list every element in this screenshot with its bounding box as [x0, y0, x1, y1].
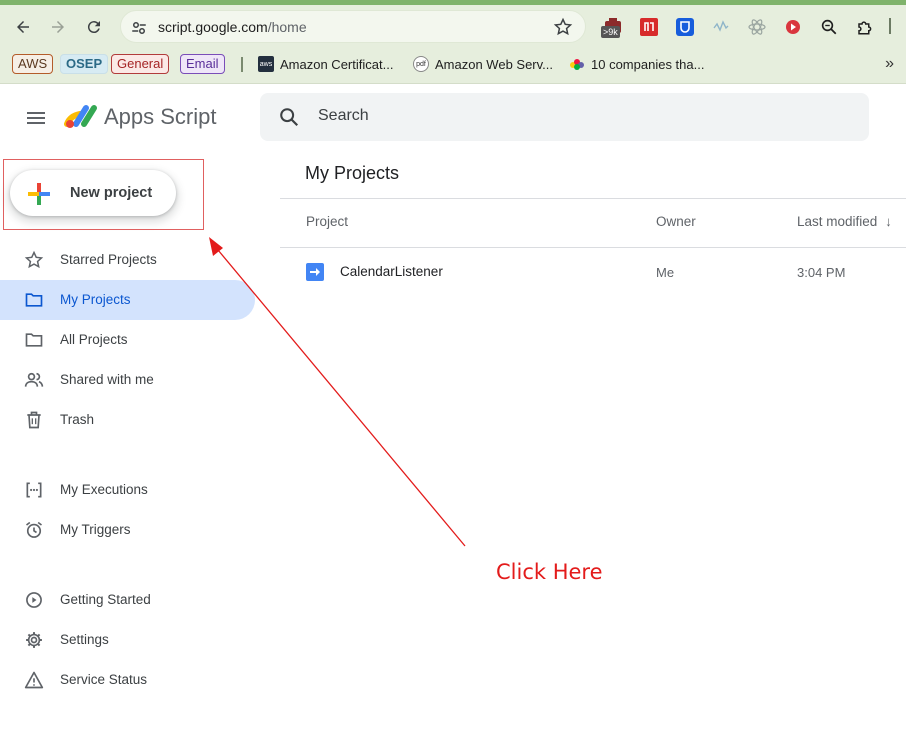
sidebar-item-my-projects[interactable]: My Projects — [0, 280, 255, 320]
column-header-project[interactable]: Project — [306, 214, 348, 229]
sidebar-item-label: Trash — [60, 412, 95, 427]
trash-icon — [27, 411, 41, 429]
sidebar-item-getting-started[interactable]: Getting Started — [0, 580, 255, 620]
plus-icon — [28, 183, 50, 205]
tab-strip-edge — [0, 0, 906, 5]
url-host: script.google.com — [158, 19, 268, 35]
executions-icon — [26, 482, 42, 498]
pdf-favicon-icon: pdf — [413, 56, 429, 72]
bookmark-amazon-cert[interactable]: aws Amazon Certificat... — [258, 54, 393, 74]
sidebar-item-label: My Executions — [60, 482, 148, 497]
sidebar-item-starred-projects[interactable]: Starred Projects — [0, 240, 255, 280]
play-circle-icon — [26, 592, 42, 608]
search-placeholder: Search — [318, 107, 369, 124]
column-header-owner[interactable]: Owner — [656, 214, 696, 229]
address-bar[interactable]: script.google.com/home — [120, 10, 586, 43]
project-last-modified: 3:04 PM — [797, 265, 846, 280]
sidebar-item-label: All Projects — [60, 332, 128, 347]
sidebar-item-my-triggers[interactable]: My Triggers — [0, 510, 255, 550]
extension-badge: >9k — [601, 26, 620, 38]
sidebar-item-shared-with-me[interactable]: Shared with me — [0, 360, 255, 400]
sort-arrow-icon[interactable]: ↓ — [885, 214, 892, 229]
column-label: Last modified — [797, 214, 878, 229]
react-devtools-icon[interactable] — [746, 16, 768, 38]
gear-icon — [26, 632, 42, 648]
extension-record-icon[interactable] — [782, 16, 804, 38]
bitwarden-icon[interactable] — [674, 16, 696, 38]
sidebar-item-label: My Projects — [60, 292, 131, 307]
toolbar-divider — [889, 18, 891, 34]
sidebar-item-all-projects[interactable]: All Projects — [0, 320, 255, 360]
sidebar-item-settings[interactable]: Settings — [0, 620, 255, 660]
annotation-label: Click Here — [496, 560, 603, 584]
extension-wave-icon[interactable] — [710, 16, 732, 38]
column-header-last-modified[interactable]: Last modified ↓ — [797, 214, 892, 229]
bookmark-label: Amazon Web Serv... — [435, 56, 554, 72]
star-icon — [24, 250, 44, 269]
folder-icon — [25, 293, 43, 307]
bookmarks-overflow-button[interactable]: » — [885, 55, 894, 73]
forward-button[interactable] — [45, 14, 71, 40]
bookmark-star-icon[interactable] — [553, 17, 573, 37]
project-name[interactable]: CalendarListener — [340, 264, 443, 279]
divider — [280, 198, 906, 199]
extension-red-icon[interactable] — [638, 16, 660, 38]
table-row[interactable]: CalendarListener Me 3:04 PM — [280, 248, 906, 296]
bookmark-folder-email[interactable]: Email — [180, 54, 225, 74]
bookmarks-divider — [241, 57, 243, 72]
sidebar-item-label: My Triggers — [60, 522, 131, 537]
main-menu-icon[interactable] — [24, 106, 48, 130]
sidebar-item-label: Settings — [60, 632, 109, 647]
new-project-button[interactable]: New project — [10, 170, 176, 216]
sidebar-item-trash[interactable]: Trash — [0, 400, 255, 440]
bookmark-amazon-web-services[interactable]: pdf Amazon Web Serv... — [413, 54, 553, 74]
bookmark-folder-aws[interactable]: AWS — [12, 54, 54, 74]
extensions-puzzle-icon[interactable] — [854, 16, 876, 38]
folder-icon — [25, 333, 43, 347]
new-project-label: New project — [70, 185, 153, 201]
app-title: Apps Script — [104, 104, 217, 129]
search-input[interactable]: Search — [260, 93, 869, 141]
sidebar-item-my-executions[interactable]: My Executions — [0, 470, 255, 510]
back-button[interactable] — [10, 14, 36, 40]
arrow-right-icon — [52, 21, 64, 33]
bookmark-10-companies[interactable]: 10 companies tha... — [569, 54, 704, 74]
reload-button[interactable] — [81, 14, 107, 40]
apps-script-logo-icon — [64, 105, 97, 128]
zoom-icon[interactable] — [818, 16, 840, 38]
apps-script-file-icon — [306, 263, 324, 281]
site-settings-icon[interactable] — [130, 19, 148, 37]
sidebar-item-label: Getting Started — [60, 592, 151, 607]
project-owner: Me — [656, 265, 675, 280]
warning-icon — [24, 671, 44, 689]
browser-toolbar: script.google.com/home >9k — [0, 0, 906, 52]
url-text: script.google.com/home — [158, 19, 307, 35]
people-icon — [24, 372, 44, 387]
reload-icon — [87, 21, 100, 34]
search-icon — [280, 108, 299, 127]
bookmark-label: 10 companies tha... — [591, 56, 705, 72]
url-path: /home — [267, 19, 307, 35]
sidebar-item-label: Shared with me — [60, 372, 154, 387]
bookmark-folder-general[interactable]: General — [111, 54, 170, 74]
sidebar-item-service-status[interactable]: Service Status — [0, 660, 255, 700]
arrow-left-icon — [17, 21, 29, 33]
nbc-peacock-icon — [569, 56, 585, 72]
sidebar-item-label: Starred Projects — [60, 252, 157, 267]
bookmarks-bar: AWS OSEP General Email aws Amazon Certifi… — [0, 52, 906, 84]
page-title: My Projects — [305, 163, 400, 183]
sidebar-item-label: Service Status — [60, 672, 148, 687]
bookmark-folder-osep[interactable]: OSEP — [60, 54, 109, 74]
aws-favicon-icon: aws — [258, 56, 274, 72]
bookmark-label: Amazon Certificat... — [280, 56, 394, 72]
alarm-icon — [26, 521, 42, 538]
